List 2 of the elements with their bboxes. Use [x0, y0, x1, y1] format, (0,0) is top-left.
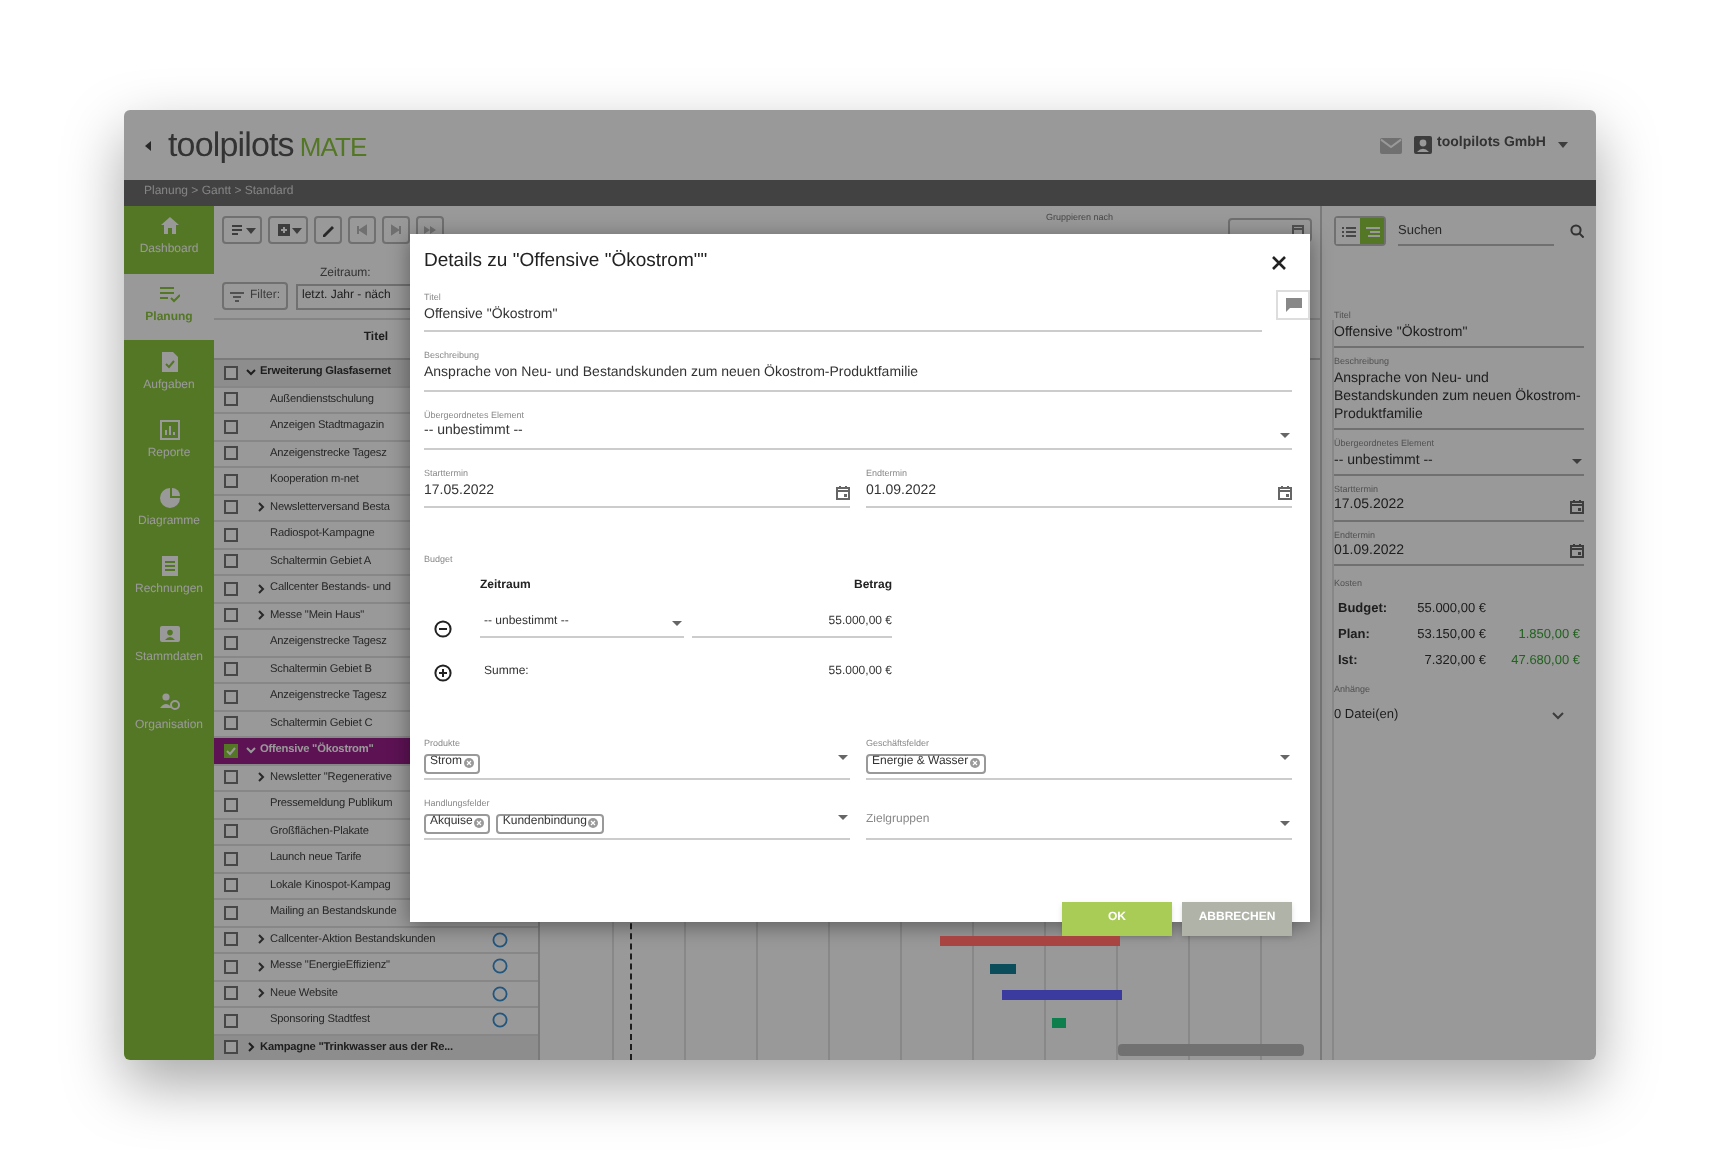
dialog-title: Details zu "Offensive "Ökostrom"": [424, 248, 708, 277]
app-logo: toolpilots MATE: [168, 123, 367, 168]
